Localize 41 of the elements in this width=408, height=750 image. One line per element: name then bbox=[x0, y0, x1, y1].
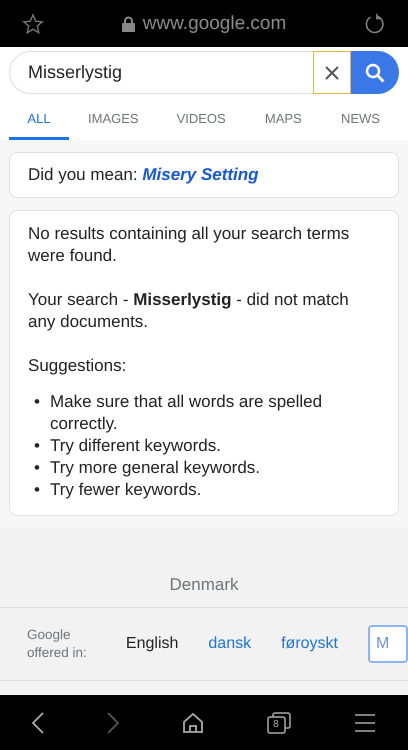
url-text[interactable]: www.google.com bbox=[142, 12, 286, 34]
search-tab[interactable]: IMAGES bbox=[69, 99, 158, 140]
list-bullet: • bbox=[34, 435, 40, 457]
search-message: Your search - Misserlystig - did not match any documents. bbox=[28, 289, 350, 333]
back-icon bbox=[32, 712, 44, 734]
list-bullet: • bbox=[34, 479, 40, 501]
did-you-mean-text: Did you mean: Misery Setting bbox=[28, 165, 260, 185]
home-icon bbox=[182, 712, 204, 734]
offered-in-label: Google offered in: bbox=[27, 626, 88, 662]
reload-icon[interactable] bbox=[364, 12, 386, 34]
lock-icon bbox=[122, 16, 135, 32]
country-text: Denmark bbox=[170, 575, 238, 595]
close-icon bbox=[325, 66, 339, 80]
forward-icon bbox=[106, 712, 119, 734]
language-link[interactable]: føroyskt bbox=[281, 635, 338, 653]
suggestion-item: Try more general keywords. bbox=[50, 457, 260, 479]
tab-count: 8 bbox=[273, 718, 279, 730]
suggestion-link[interactable]: Misery Setting bbox=[142, 165, 259, 184]
suggestions-heading: Suggestions: bbox=[28, 355, 128, 377]
menu-button[interactable] bbox=[354, 712, 376, 732]
list-bullet: • bbox=[34, 457, 40, 479]
search-tab[interactable]: NEWS bbox=[322, 99, 400, 140]
more-button[interactable]: M bbox=[368, 625, 408, 663]
search-button[interactable] bbox=[351, 51, 399, 94]
list-bullet: • bbox=[34, 391, 40, 413]
suggestion-item: Try fewer keywords. bbox=[50, 479, 202, 501]
search-icon bbox=[365, 62, 385, 82]
no-results-text: No results containing all your search terms were found. bbox=[28, 223, 350, 267]
suggestion-item: Try different keywords. bbox=[50, 435, 221, 457]
forward-button[interactable] bbox=[106, 712, 119, 734]
search-tab[interactable]: MAPS bbox=[244, 99, 322, 140]
back-button[interactable] bbox=[32, 712, 44, 734]
search-tab[interactable]: VIDEOS bbox=[158, 99, 245, 140]
language-link[interactable]: English bbox=[126, 635, 178, 653]
suggestion-item: Make sure that all words are spelled correctly. bbox=[50, 391, 324, 435]
home-button[interactable] bbox=[182, 712, 204, 734]
star-icon[interactable] bbox=[22, 12, 44, 34]
clear-button[interactable] bbox=[313, 51, 351, 94]
search-field[interactable]: Misserlystig bbox=[9, 51, 313, 94]
language-link[interactable]: dansk bbox=[208, 635, 252, 653]
menu-icon bbox=[354, 712, 376, 732]
